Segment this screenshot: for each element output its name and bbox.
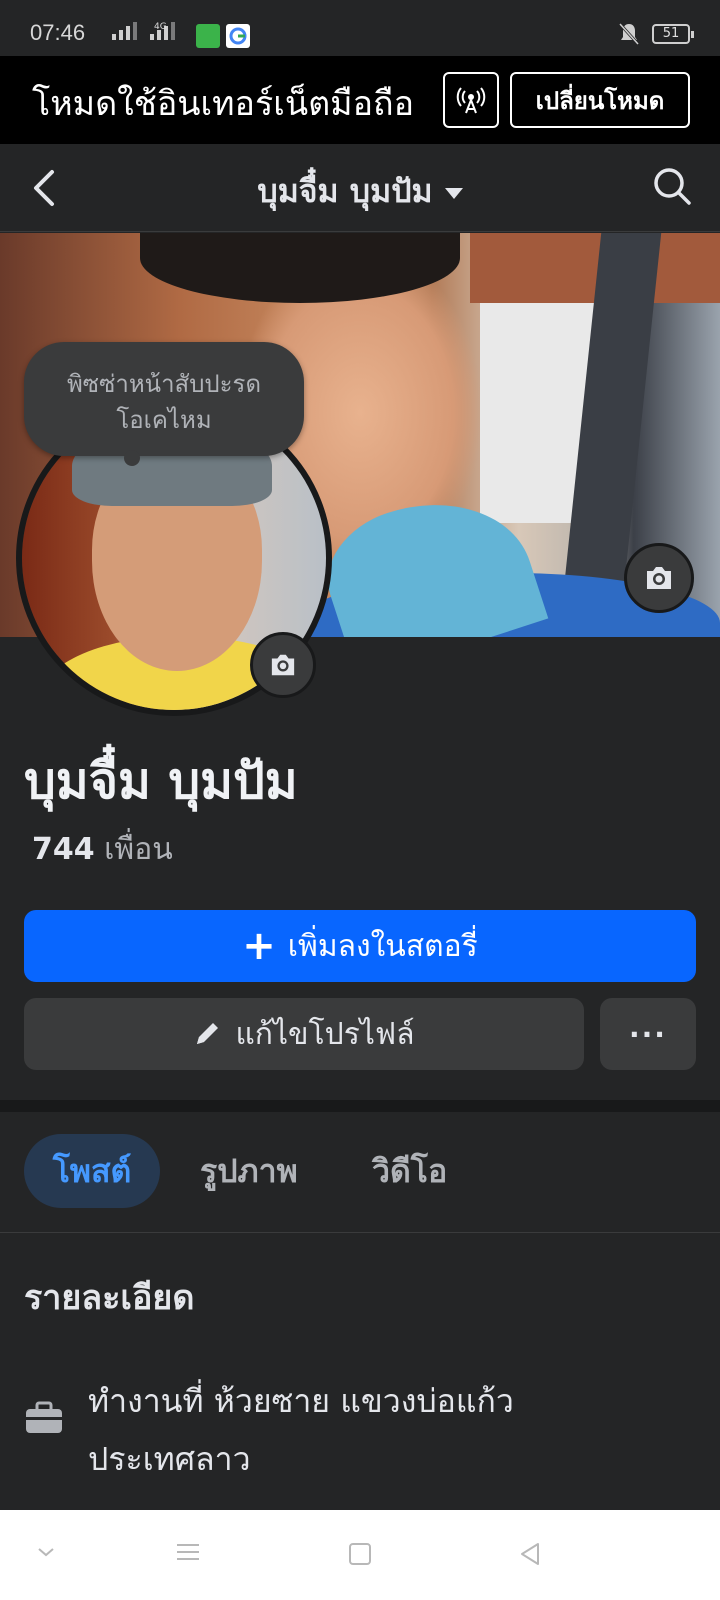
more-options-button[interactable]: ···	[600, 998, 696, 1070]
profile-note-bubble[interactable]: พิซซ่าหน้าสับปะรด โอเคไหม	[24, 342, 304, 466]
details-heading: รายละเอียด	[24, 1278, 195, 1318]
nav-title[interactable]: บุมจื๋ม บุมปัม	[0, 166, 720, 217]
edit-profile-label: แก้ไขโปรไฟล์	[235, 1016, 415, 1052]
tab-videos[interactable]: วิดีโอ	[372, 1134, 447, 1208]
profile-name: บุมจื๋ม บุมปัม	[24, 752, 298, 810]
chevron-down-icon-nav[interactable]	[34, 1540, 58, 1568]
cover-camera-button[interactable]	[624, 543, 694, 613]
friends-label: เพื่อน	[104, 832, 173, 867]
plus-icon: +	[242, 923, 276, 969]
note-line-2: โอเคไหม	[116, 406, 212, 434]
pencil-icon	[193, 1020, 221, 1048]
camera-icon	[647, 567, 671, 589]
system-nav-bar	[0, 1510, 720, 1600]
banner-text: โหมดใช้อินเทอร์เน็ตมือถือ	[32, 84, 415, 124]
friends-count-link[interactable]: 744 เพื่อน	[32, 826, 173, 873]
work-line-2: ประเทศลาว	[88, 1440, 251, 1478]
search-icon[interactable]	[652, 166, 692, 210]
tab-photos[interactable]: รูปภาพ	[200, 1134, 298, 1208]
data-mode-banner: โหมดใช้อินเทอร์เน็ตมือถือ เปลี่ยนโหมด	[0, 56, 720, 144]
work-detail: ทำงานที่ ห้วยซาย แขวงบ่อแก้ว ประเทศลาว	[88, 1372, 688, 1488]
network-type: 4G	[154, 22, 167, 32]
hotspot-icon[interactable]	[443, 72, 499, 128]
status-time: 07:46	[30, 20, 86, 45]
signal-icon	[112, 22, 137, 40]
switch-mode-button[interactable]: เปลี่ยนโหมด	[510, 72, 690, 128]
avatar-camera-button[interactable]	[250, 632, 316, 698]
google-icon	[226, 24, 250, 48]
menu-icon[interactable]	[174, 1540, 202, 1568]
friends-count: 744	[32, 832, 95, 867]
home-icon[interactable]	[346, 1540, 374, 1572]
status-bar: 07:46 4G 51	[0, 0, 720, 56]
camera-icon-2	[271, 654, 295, 676]
work-line-1: ทำงานที่ ห้วยซาย แขวงบ่อแก้ว	[88, 1382, 514, 1420]
tabs-divider	[0, 1232, 720, 1233]
chevron-down-icon	[444, 187, 463, 199]
battery-icon: 51	[652, 24, 694, 44]
back-triangle-icon[interactable]	[516, 1540, 544, 1572]
nav-title-text: บุมจื๋ม บุมปัม	[257, 172, 433, 210]
top-nav-bar: บุมจื๋ม บุมปัม	[0, 144, 720, 232]
briefcase-icon	[24, 1400, 64, 1440]
tab-posts[interactable]: โพสต์	[24, 1134, 160, 1208]
note-line-1: พิซซ่าหน้าสับปะรด	[66, 370, 262, 398]
add-story-label: เพิ่มลงในสตอรี่	[287, 928, 478, 964]
wechat-icon	[196, 24, 220, 48]
cover-hair	[140, 233, 460, 303]
section-divider	[0, 1100, 720, 1112]
add-story-button[interactable]: + เพิ่มลงในสตอรี่	[24, 910, 696, 982]
bell-off-icon	[618, 22, 640, 50]
edit-profile-button[interactable]: แก้ไขโปรไฟล์	[24, 998, 584, 1070]
